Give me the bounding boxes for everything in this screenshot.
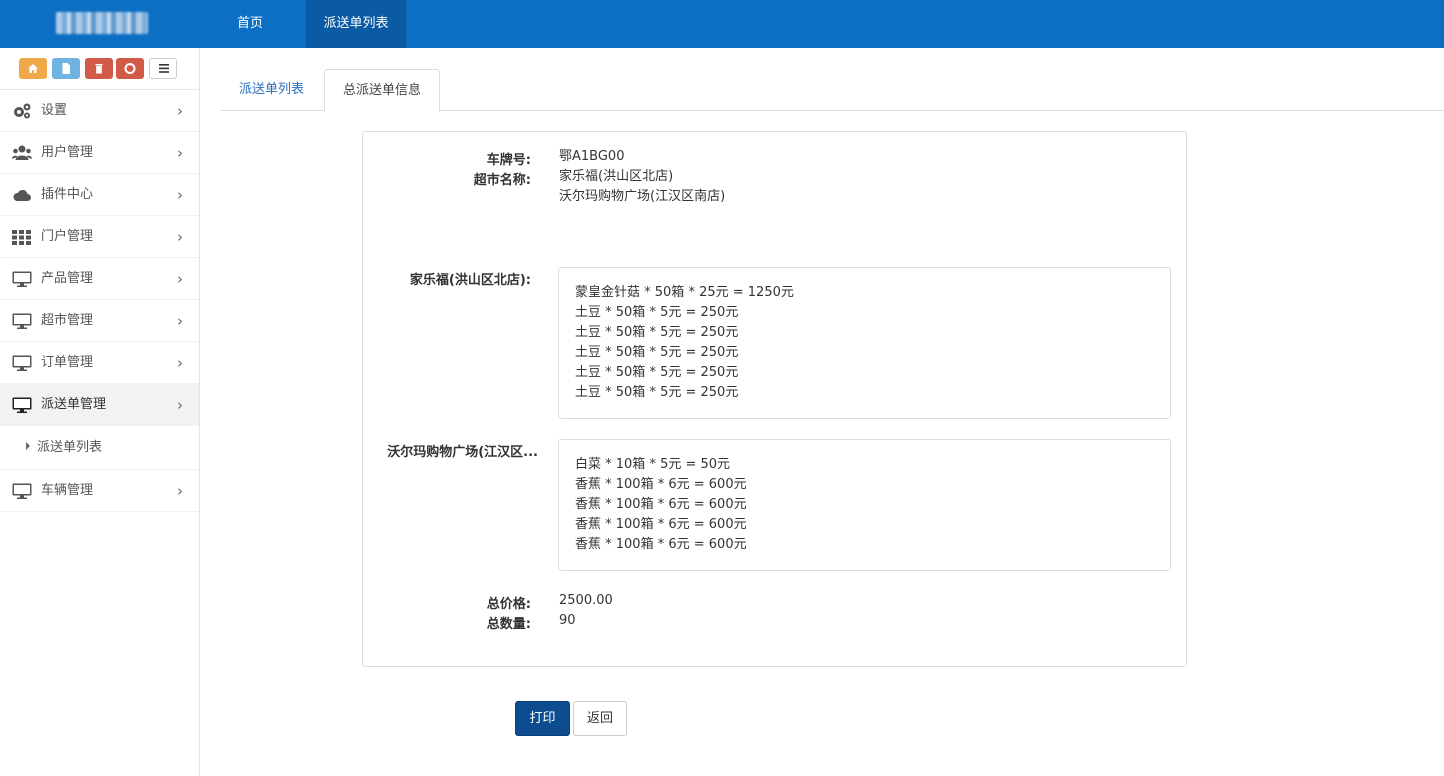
order-line: 土豆 * 50箱 * 5元 = 250元	[575, 305, 739, 320]
monitor-icon	[12, 396, 32, 414]
chevron-right-icon: ›	[177, 144, 183, 162]
sidebar-subitem-dispatch-list[interactable]: 派送单列表	[0, 426, 199, 470]
dispatch-info-panel: 车牌号: 鄂A1BG00 超市名称: 家乐福(洪山区北店) 沃尔玛购物广场(江汉…	[362, 131, 1187, 667]
sidebar-item-label: 订单管理	[41, 355, 94, 370]
trash-icon[interactable]	[85, 58, 113, 79]
total-price-label: 总价格:	[486, 597, 531, 612]
sidebar-item-orders[interactable]: 订单管理 ›	[0, 342, 199, 384]
sidebar-item-plugins[interactable]: 插件中心 ›	[0, 174, 199, 216]
nav-dispatch-list[interactable]: 派送单列表	[306, 0, 406, 48]
order-line: 土豆 * 50箱 * 5元 = 250元	[575, 365, 739, 380]
tab-bar: 派送单列表 总派送单信息	[220, 69, 1444, 112]
monitor-icon	[12, 312, 32, 330]
order-line: 土豆 * 50箱 * 5元 = 250元	[575, 385, 739, 400]
sidebar-item-dispatch[interactable]: 派送单管理 ›	[0, 384, 199, 426]
sidebar-item-label: 派送单管理	[41, 397, 107, 412]
monitor-icon	[12, 482, 32, 500]
plate-label: 车牌号:	[486, 153, 531, 168]
supermarket-name: 沃尔玛购物广场(江汉区南店)	[559, 189, 726, 204]
top-navbar: 首页 派送单列表	[0, 0, 1444, 48]
order-line: 土豆 * 50箱 * 5元 = 250元	[575, 325, 739, 340]
chevron-right-icon: ›	[177, 270, 183, 288]
total-price-value: 2500.00	[559, 593, 613, 608]
chevron-right-icon: ›	[177, 482, 183, 500]
total-qty-label: 总数量:	[486, 617, 531, 632]
back-button[interactable]: 返回	[573, 701, 627, 736]
order-line: 香蕉 * 100箱 * 6元 = 600元	[575, 497, 747, 512]
users-icon	[12, 144, 32, 162]
sidebar-item-label: 车辆管理	[41, 483, 94, 498]
list-icon[interactable]	[149, 58, 177, 79]
recycle-icon[interactable]	[116, 58, 144, 79]
sidebar-item-portal[interactable]: 门户管理 ›	[0, 216, 199, 258]
order-line: 香蕉 * 100箱 * 6元 = 600元	[575, 477, 747, 492]
file-icon[interactable]	[52, 58, 80, 79]
order-items-box: 蒙皇金针菇 * 50箱 * 25元 = 1250元 土豆 * 50箱 * 5元 …	[558, 267, 1171, 419]
sidebar-item-settings[interactable]: 设置 ›	[0, 90, 199, 132]
order-line: 土豆 * 50箱 * 5元 = 250元	[575, 345, 739, 360]
sidebar-item-label: 用户管理	[41, 145, 94, 160]
supermarket-name: 家乐福(洪山区北店)	[559, 169, 674, 184]
monitor-icon	[12, 354, 32, 372]
sidebar-item-label: 门户管理	[41, 229, 94, 244]
order-line: 白菜 * 10箱 * 5元 = 50元	[575, 457, 731, 472]
sidebar: 设置 › 用户管理 › 插件中心 › 门户管理 › 产品管理 › 超市管理 › …	[0, 48, 200, 776]
home-icon[interactable]	[19, 58, 47, 79]
nav-home[interactable]: 首页	[220, 0, 280, 48]
chevron-right-icon: ›	[177, 396, 183, 414]
sidebar-item-vehicles[interactable]: 车辆管理 ›	[0, 470, 199, 512]
chevron-right-icon: ›	[177, 228, 183, 246]
sidebar-item-label: 设置	[41, 103, 68, 118]
sidebar-subitem-label: 派送单列表	[37, 440, 103, 455]
group-label: 沃尔玛购物广场(江汉区...	[387, 445, 538, 460]
supermarket-label: 超市名称:	[473, 173, 531, 188]
caret-right-icon	[26, 442, 30, 450]
group-label: 家乐福(洪山区北店):	[409, 273, 531, 288]
order-line: 蒙皇金针菇 * 50箱 * 25元 = 1250元	[575, 285, 794, 300]
order-line: 香蕉 * 100箱 * 6元 = 600元	[575, 517, 747, 532]
grid-icon	[12, 228, 32, 246]
gears-icon	[12, 102, 32, 120]
cloud-icon	[12, 186, 32, 204]
sidebar-item-label: 产品管理	[41, 271, 94, 286]
chevron-right-icon: ›	[177, 102, 183, 120]
sidebar-item-label: 插件中心	[41, 187, 94, 202]
monitor-icon	[12, 270, 32, 288]
chevron-right-icon: ›	[177, 186, 183, 204]
tab-dispatch-list[interactable]: 派送单列表	[220, 69, 323, 111]
total-qty-value: 90	[559, 613, 576, 628]
sidebar-item-users[interactable]: 用户管理 ›	[0, 132, 199, 174]
sidebar-item-label: 超市管理	[41, 313, 94, 328]
order-items-box: 白菜 * 10箱 * 5元 = 50元 香蕉 * 100箱 * 6元 = 600…	[558, 439, 1171, 571]
plate-value: 鄂A1BG00	[559, 149, 625, 164]
logo	[56, 12, 148, 34]
order-line: 香蕉 * 100箱 * 6元 = 600元	[575, 537, 747, 552]
sidebar-item-products[interactable]: 产品管理 ›	[0, 258, 199, 300]
chevron-right-icon: ›	[177, 312, 183, 330]
print-button[interactable]: 打印	[515, 701, 570, 736]
sidebar-item-supermarkets[interactable]: 超市管理 ›	[0, 300, 199, 342]
tab-dispatch-info[interactable]: 总派送单信息	[324, 69, 440, 112]
chevron-right-icon: ›	[177, 354, 183, 372]
sidebar-menu: 设置 › 用户管理 › 插件中心 › 门户管理 › 产品管理 › 超市管理 › …	[0, 89, 199, 512]
